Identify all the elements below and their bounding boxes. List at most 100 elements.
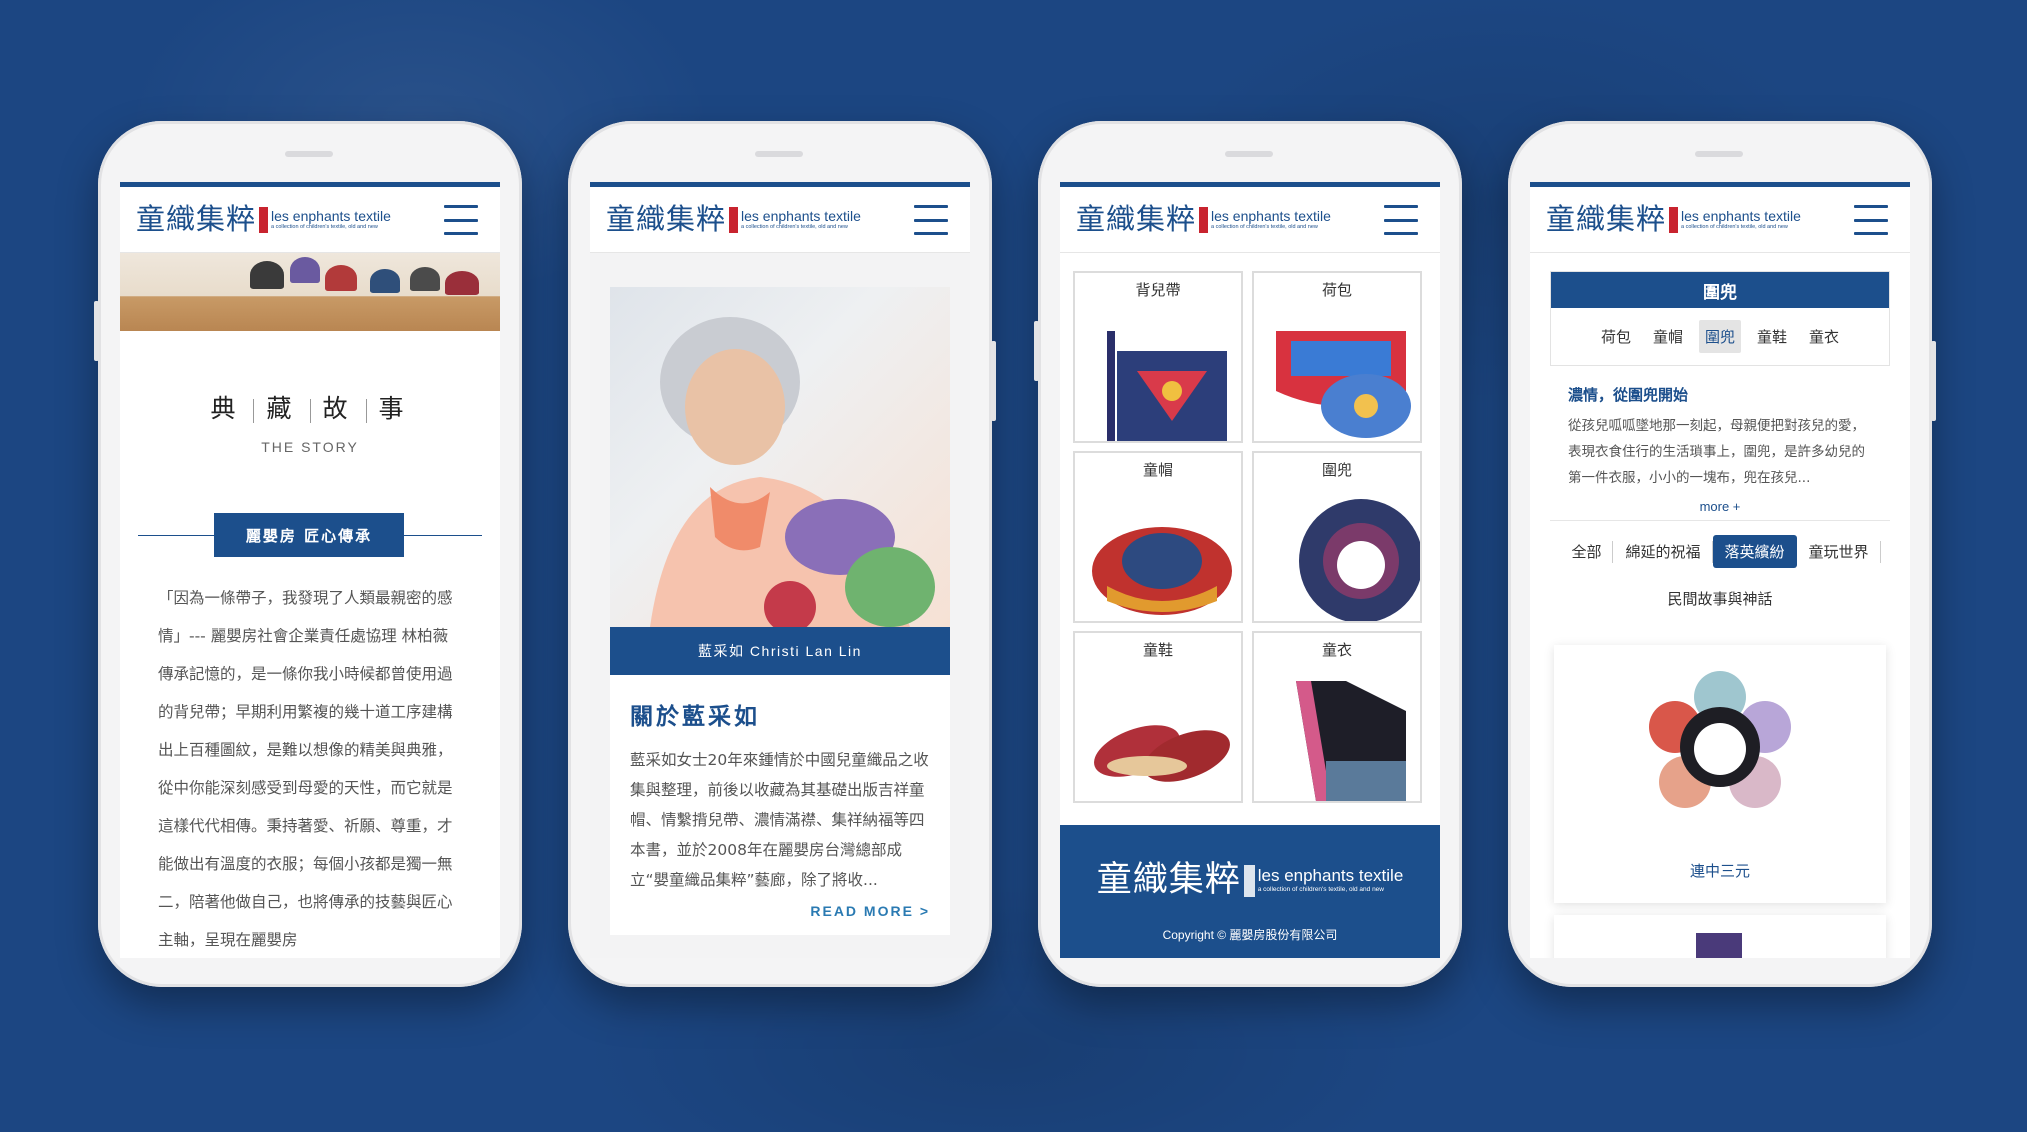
logo-seal-icon bbox=[729, 206, 739, 233]
filter-all[interactable]: 全部 bbox=[1559, 535, 1614, 568]
logo-english-name: les enphants textile bbox=[741, 207, 861, 224]
volume-button bbox=[94, 301, 99, 361]
phone-screen: 童織集粹 les enphants textile a collection o… bbox=[1060, 182, 1440, 958]
phone-mockup-about: 童織集粹 les enphants textile a collection o… bbox=[568, 121, 996, 987]
site-header: 童織集粹 les enphants textile a collection o… bbox=[1530, 187, 1910, 253]
more-link[interactable]: more + bbox=[1550, 499, 1890, 521]
tab-hat[interactable]: 童帽 bbox=[1647, 320, 1689, 353]
tab-clothes[interactable]: 童衣 bbox=[1803, 320, 1845, 353]
filter-blessings[interactable]: 綿延的祝福 bbox=[1613, 535, 1713, 568]
tab-bib[interactable]: 圍兜 bbox=[1698, 320, 1741, 353]
category-label: 童帽 bbox=[1142, 461, 1173, 479]
article-body-text: 從孩兒呱呱墜地那一刻起，母親便把對孩兒的愛，表現衣食住行的生活瑣事上，圍兜，是許… bbox=[1568, 418, 1865, 486]
phone-screen: 童織集粹 les enphants textile a collection o… bbox=[1530, 182, 1910, 958]
phone-screen: 童織集粹 les enphants textile a collection o… bbox=[120, 182, 500, 958]
logo-english: les enphants textile a collection of chi… bbox=[741, 207, 861, 231]
copyright-text: Copyright © 麗嬰房股份有限公司 bbox=[1162, 928, 1338, 942]
hero-image-hats bbox=[120, 253, 500, 331]
category-label: 圍兜 bbox=[1321, 461, 1352, 479]
logo-seal-icon bbox=[1243, 864, 1255, 897]
category-tab-box: 圍兜 荷包 童帽 圍兜 童鞋 童衣 bbox=[1550, 271, 1890, 366]
tab-pouch[interactable]: 荷包 bbox=[1595, 320, 1637, 353]
site-header: 童織集粹 les enphants textile a collection o… bbox=[120, 187, 500, 253]
title-char: 故 bbox=[322, 394, 354, 423]
category-tabs: 荷包 童帽 圍兜 童鞋 童衣 bbox=[1551, 308, 1889, 365]
category-tab-heading: 圍兜 bbox=[1551, 272, 1889, 308]
logo-tagline: a collection of children's textile, old … bbox=[1211, 223, 1318, 230]
story-title: 典藏故事 bbox=[120, 389, 500, 425]
about-card: 藍采如 Christi Lan Lin 關於藍采如 藍采如女士20年來鍾情於中國… bbox=[610, 287, 950, 935]
section-badge-row: 麗嬰房 匠心傳承 bbox=[120, 513, 500, 557]
phone-mockup-categories: 童織集粹 les enphants textile a collection o… bbox=[1034, 121, 1462, 987]
category-card-hat[interactable]: 童帽 bbox=[1073, 451, 1243, 623]
category-card-shoes[interactable]: 童鞋 bbox=[1073, 631, 1243, 803]
story-body-text: 「因為一條帶子，我發現了人類最親密的感情」--- 麗嬰房社會企業責任處協理 林柏… bbox=[158, 589, 453, 949]
logo-english-name: les enphants textile bbox=[1681, 207, 1801, 224]
portrait-photo bbox=[610, 287, 950, 627]
site-logo[interactable]: 童織集粹 les enphants textile a collection o… bbox=[606, 205, 861, 234]
logo-english: les enphants textile a collection of chi… bbox=[1211, 208, 1331, 231]
logo-chinese: 童織集粹 bbox=[1096, 860, 1241, 900]
phone-screen: 童織集粹 les enphants textile a collection o… bbox=[590, 182, 970, 958]
site-logo[interactable]: 童織集粹 les enphants textile a collection o… bbox=[1076, 205, 1331, 234]
logo-seal-icon bbox=[1199, 206, 1209, 233]
article-title: 濃情，從圍兜開始 bbox=[1568, 386, 1689, 404]
read-more-link[interactable]: READ MORE > bbox=[610, 895, 950, 935]
site-logo[interactable]: 童織集粹 les enphants textile a collection o… bbox=[1546, 205, 1801, 234]
category-card-pouch[interactable]: 荷包 bbox=[1252, 271, 1422, 443]
logo-english: les enphants textile a collection of chi… bbox=[1681, 207, 1801, 231]
filter-falling-flowers[interactable]: 落英繽紛 bbox=[1712, 535, 1797, 568]
phone-mockup-bibs: 童織集粹 les enphants textile a collection o… bbox=[1508, 121, 1936, 987]
site-footer: 童織集粹 les enphants textile a collection o… bbox=[1060, 825, 1440, 958]
power-button bbox=[991, 341, 996, 421]
category-label: 童衣 bbox=[1321, 641, 1352, 659]
title-char: 典 bbox=[210, 394, 242, 423]
footer-logo: 童織集粹 les enphants textile a collection o… bbox=[1097, 863, 1404, 898]
title-char: 事 bbox=[378, 394, 410, 423]
product-image bbox=[1649, 671, 1791, 808]
about-body-text: 藍采如女士20年來鍾情於中國兒童織品之收集與整理，前後以收藏為其基礎出版吉祥童帽… bbox=[630, 751, 929, 889]
speaker-icon bbox=[1225, 151, 1273, 157]
phone-mockup-story: 童織集粹 les enphants textile a collection o… bbox=[94, 121, 522, 987]
hamburger-menu-icon[interactable] bbox=[444, 205, 478, 235]
category-card-bib[interactable]: 圍兜 bbox=[1252, 451, 1422, 623]
logo-tagline: a collection of children's textile, old … bbox=[741, 223, 848, 230]
category-label: 背兒帶 bbox=[1135, 281, 1181, 299]
section-badge: 麗嬰房 匠心傳承 bbox=[214, 513, 404, 557]
filter-folk-tales[interactable]: 民間故事與神話 bbox=[1655, 582, 1784, 615]
logo-seal-icon bbox=[1669, 206, 1679, 233]
about-heading: 關於藍采如 bbox=[630, 704, 760, 730]
power-button bbox=[1931, 341, 1936, 421]
logo-chinese: 童織集粹 bbox=[606, 202, 727, 236]
category-grid: 背兒帶 荷包 童帽 圍兜 童鞋 童衣 bbox=[1060, 253, 1440, 803]
story-subtitle: THE STORY bbox=[261, 439, 359, 455]
filter-toy-world[interactable]: 童玩世界 bbox=[1797, 535, 1881, 568]
product-card[interactable] bbox=[1554, 915, 1886, 958]
hamburger-menu-icon[interactable] bbox=[914, 205, 948, 235]
volume-button bbox=[1034, 321, 1039, 381]
speaker-icon bbox=[1695, 151, 1743, 157]
hamburger-menu-icon[interactable] bbox=[1854, 205, 1888, 235]
product-name: 連中三元 bbox=[1689, 862, 1750, 880]
product-image bbox=[1696, 933, 1742, 958]
tab-shoes[interactable]: 童鞋 bbox=[1751, 320, 1793, 353]
speaker-icon bbox=[755, 151, 803, 157]
site-header: 童織集粹 les enphants textile a collection o… bbox=[1060, 187, 1440, 253]
logo-chinese: 童織集粹 bbox=[136, 202, 257, 236]
photo-caption: 藍采如 Christi Lan Lin bbox=[610, 627, 950, 675]
logo-english: les enphants textile a collection of chi… bbox=[1258, 867, 1404, 893]
product-card[interactable]: 連中三元 bbox=[1554, 645, 1886, 903]
site-logo[interactable]: 童織集粹 les enphants textile a collection o… bbox=[136, 205, 391, 234]
logo-tagline: a collection of children's textile, old … bbox=[1681, 223, 1788, 230]
logo-tagline: a collection of children's textile, old … bbox=[271, 223, 378, 230]
hamburger-menu-icon[interactable] bbox=[1384, 205, 1418, 235]
filter-list: 全部 綿延的祝福 落英繽紛 童玩世界 民間故事與神話 bbox=[1530, 521, 1910, 615]
logo-tagline: a collection of children's textile, old … bbox=[1257, 885, 1384, 893]
category-label: 荷包 bbox=[1321, 281, 1352, 299]
category-card-baby-carrier[interactable]: 背兒帶 bbox=[1073, 271, 1243, 443]
speaker-icon bbox=[285, 151, 333, 157]
category-label: 童鞋 bbox=[1142, 641, 1173, 659]
category-card-clothes[interactable]: 童衣 bbox=[1252, 631, 1422, 803]
title-char: 藏 bbox=[266, 394, 298, 423]
logo-chinese: 童織集粹 bbox=[1546, 202, 1667, 236]
